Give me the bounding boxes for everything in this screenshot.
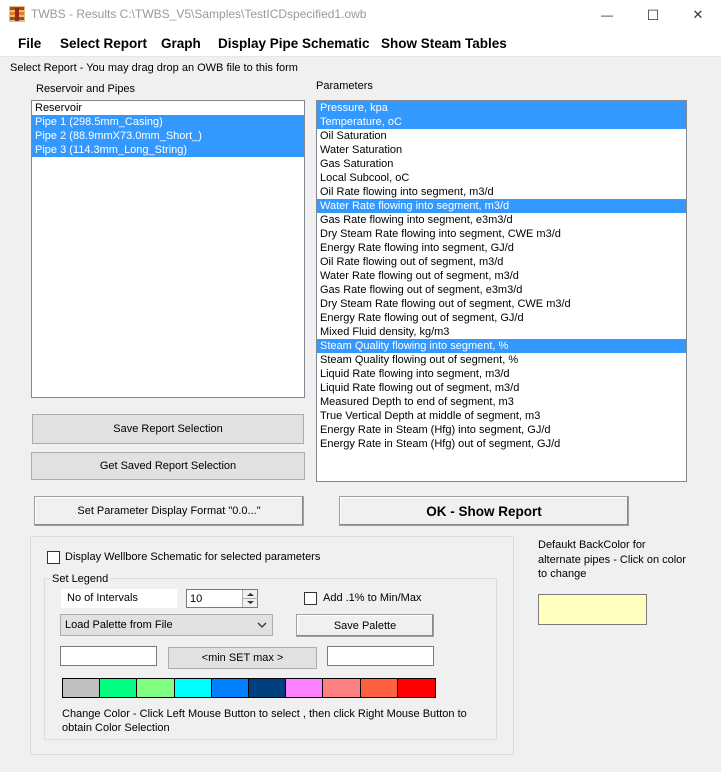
parameter-list-item[interactable]: Gas Saturation (317, 157, 686, 171)
palette-color-swatch[interactable] (249, 679, 287, 697)
display-schematic-checkbox[interactable] (47, 551, 60, 564)
palette-color-swatch[interactable] (360, 679, 398, 697)
minimize-icon: — (601, 8, 613, 22)
parameter-list-item[interactable]: Water Rate flowing into segment, m3/d (317, 199, 686, 213)
parameter-list-item[interactable]: Liquid Rate flowing into segment, m3/d (317, 367, 686, 381)
parameter-list-item[interactable]: Gas Rate flowing out of segment, e3m3/d (317, 283, 686, 297)
min-value-field[interactable] (60, 646, 157, 666)
add-percent-label: Add .1% to Min/Max (323, 592, 422, 604)
save-palette-button[interactable]: Save Palette (296, 614, 434, 637)
parameter-list-item[interactable]: Temperature, oC (317, 115, 686, 129)
palette-color-swatch[interactable] (174, 679, 212, 697)
ok-show-report-button[interactable]: OK - Show Report (339, 496, 629, 526)
parameters-list[interactable]: Pressure, kpa Temperature, oC Oil Saturati… (316, 100, 687, 482)
instruction-text: Select Report - You may drag drop an OWB… (10, 62, 298, 74)
parameter-list-item[interactable]: Energy Rate flowing out of segment, GJ/d (317, 311, 686, 325)
spinner-arrows-icon (243, 593, 258, 604)
get-saved-report-selection-button[interactable]: Get Saved Report Selection (31, 452, 305, 480)
window-title: TWBS - Results C:\TWBS_V5\Samples\TestIC… (31, 7, 367, 21)
palette-color-swatch[interactable] (100, 679, 138, 697)
palette-color-swatch[interactable] (323, 679, 361, 697)
menu-select-report[interactable]: Select Report (60, 36, 147, 51)
parameter-list-item[interactable]: Measured Depth to end of segment, m3 (317, 395, 686, 409)
title-bar: TWBS - Results C:\TWBS_V5\Samples\TestIC… (0, 0, 721, 30)
parameter-list-item[interactable]: Dry Steam Rate flowing out of segment, C… (317, 297, 686, 311)
app-icon (9, 6, 25, 22)
set-legend-label: Set Legend (50, 573, 111, 585)
maximize-icon: ☐ (646, 6, 660, 23)
menu-bar: File Select Report Graph Display Pipe Sc… (0, 30, 721, 57)
parameter-list-item[interactable]: Pressure, kpa (317, 101, 686, 115)
pipe-list-item[interactable]: Pipe 1 (298.5mm_Casing) (32, 115, 304, 129)
save-report-selection-button[interactable]: Save Report Selection (32, 414, 304, 444)
parameter-list-item[interactable]: Oil Rate flowing into segment, m3/d (317, 185, 686, 199)
parameter-list-item[interactable]: Steam Quality flowing into segment, % (317, 339, 686, 353)
load-palette-combo[interactable]: Load Palette from File (60, 614, 273, 636)
parameter-list-item[interactable]: True Vertical Depth at middle of segment… (317, 409, 686, 423)
min-set-max-button[interactable]: <min SET max > (168, 647, 317, 669)
change-color-note: Change Color - Click Left Mouse Button t… (62, 708, 467, 734)
intervals-value: 10 (190, 593, 203, 605)
parameter-list-item[interactable]: Gas Rate flowing into segment, e3m3/d (317, 213, 686, 227)
parameter-list-item[interactable]: Dry Steam Rate flowing into segment, CWE… (317, 227, 686, 241)
parameter-list-item[interactable]: Water Saturation (317, 143, 686, 157)
close-icon: ✕ (692, 7, 704, 22)
parameter-list-item[interactable]: Oil Rate flowing out of segment, m3/d (317, 255, 686, 269)
maximize-button[interactable]: ☐ (630, 0, 676, 30)
menu-file[interactable]: File (18, 36, 41, 51)
menu-graph[interactable]: Graph (161, 36, 201, 51)
close-button[interactable]: ✕ (675, 0, 721, 30)
pipe-list-item[interactable]: Pipe 3 (114.3mm_Long_String) (32, 143, 304, 157)
parameter-list-item[interactable]: Liquid Rate flowing out of segment, m3/d (317, 381, 686, 395)
load-palette-value: Load Palette from File (65, 619, 173, 631)
parameter-list-item[interactable]: Steam Quality flowing out of segment, % (317, 353, 686, 367)
palette-color-swatch[interactable] (63, 679, 101, 697)
palette-color-swatch[interactable] (397, 679, 435, 697)
set-display-format-button[interactable]: Set Parameter Display Format "0.0..." (34, 496, 304, 526)
menu-display-pipe-schematic[interactable]: Display Pipe Schematic (218, 36, 370, 51)
spinner-buttons[interactable] (242, 590, 258, 607)
display-schematic-label: Display Wellbore Schematic for selected … (65, 551, 321, 563)
palette-color-swatch[interactable] (137, 679, 175, 697)
palette-color-swatch[interactable] (211, 679, 249, 697)
parameter-list-item[interactable]: Mixed Fluid density, kg/m3 (317, 325, 686, 339)
pipe-list-item[interactable]: Pipe 2 (88.9mmX73.0mm_Short_) (32, 129, 304, 143)
menu-show-steam-tables[interactable]: Show Steam Tables (381, 36, 507, 51)
minimize-button[interactable]: — (584, 0, 630, 30)
color-palette-strip (62, 678, 436, 698)
reservoir-pipes-label: Reservoir and Pipes (36, 83, 136, 95)
parameter-list-item[interactable]: Oil Saturation (317, 129, 686, 143)
add-percent-checkbox[interactable] (304, 592, 317, 605)
reservoir-pipes-list[interactable]: Reservoir Pipe 1 (298.5mm_Casing) Pipe 2 (… (31, 100, 305, 398)
intervals-label-box: No of Intervals (61, 589, 177, 608)
parameter-list-item[interactable]: Local Subcool, oC (317, 171, 686, 185)
parameter-list-item[interactable]: Energy Rate in Steam (Hfg) out of segmen… (317, 437, 686, 451)
parameter-list-item[interactable]: Water Rate flowing out of segment, m3/d (317, 269, 686, 283)
parameters-label: Parameters (316, 80, 373, 92)
backcolor-swatch[interactable] (538, 594, 647, 625)
max-value-field[interactable] (327, 646, 434, 666)
intervals-label: No of Intervals (67, 592, 138, 604)
parameter-list-item[interactable]: Energy Rate in Steam (Hfg) into segment,… (317, 423, 686, 437)
palette-color-swatch[interactable] (286, 679, 324, 697)
chevron-down-icon (257, 622, 267, 628)
backcolor-label: Defaukt BackColor for alternate pipes - … (538, 539, 686, 580)
pipe-list-item[interactable]: Reservoir (32, 101, 304, 115)
intervals-spinner[interactable]: 10 (186, 589, 258, 608)
parameter-list-item[interactable]: Energy Rate flowing into segment, GJ/d (317, 241, 686, 255)
